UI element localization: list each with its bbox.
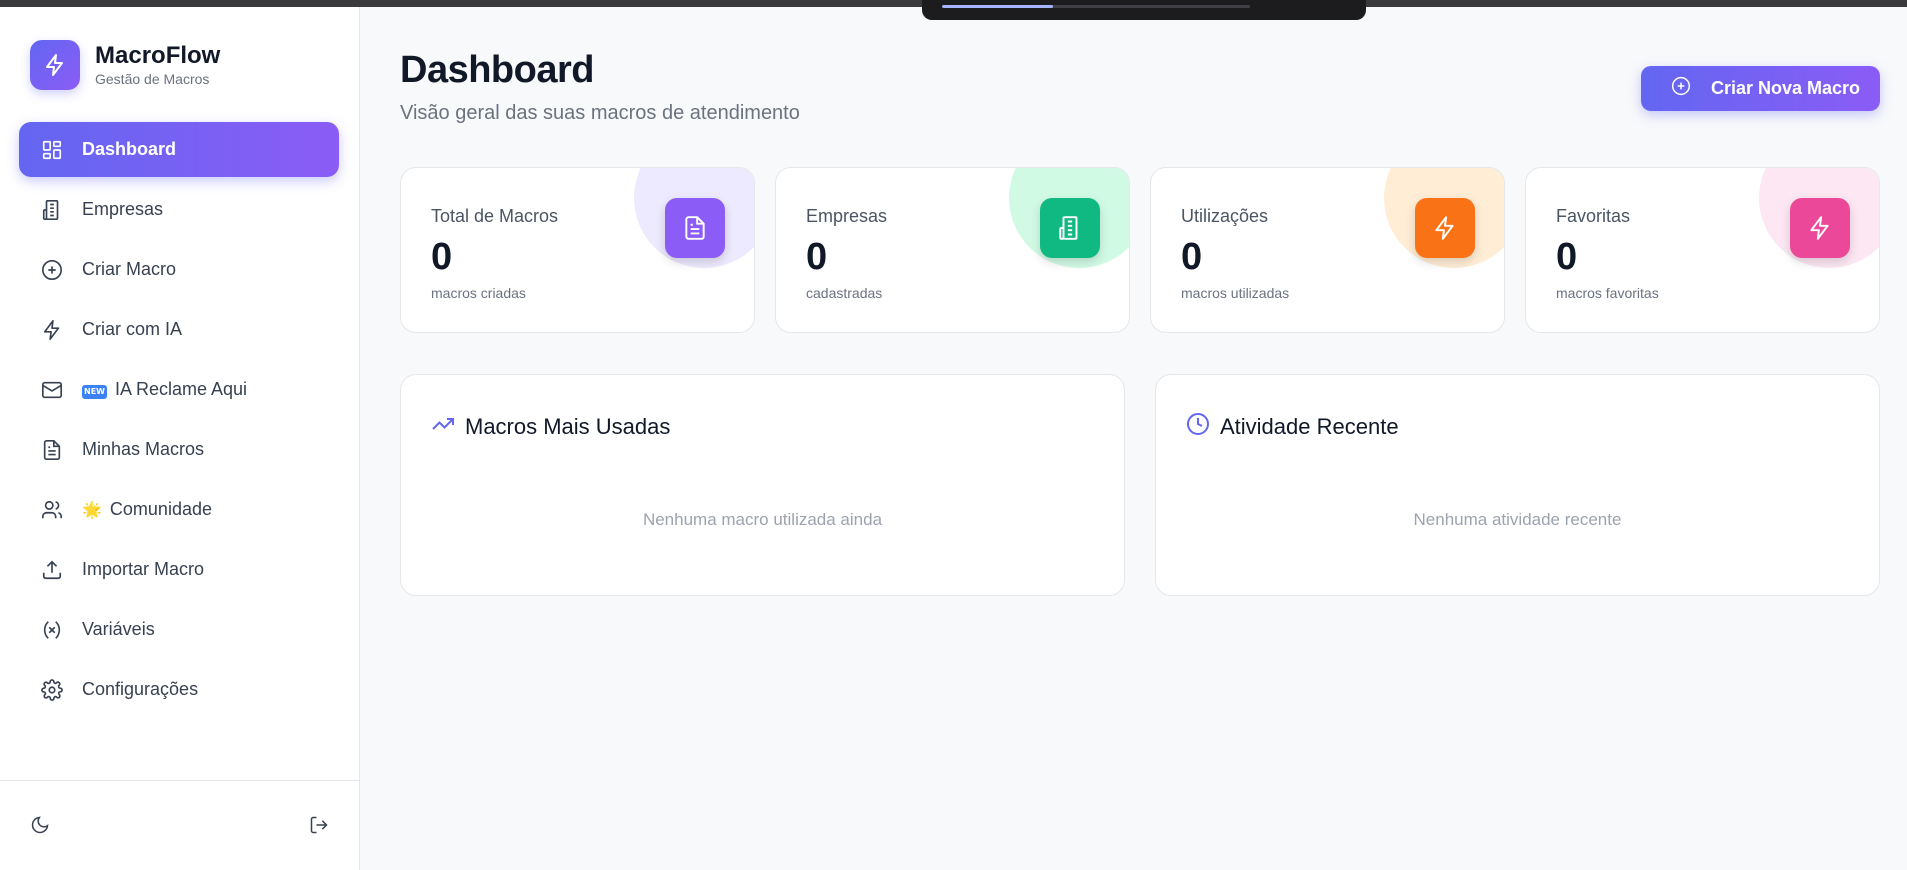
stat-title: Favoritas [1556,206,1631,226]
panel-title: Macros Mais Usadas [465,413,671,439]
lightning-icon [1790,198,1850,258]
sidebar-item-label: Importar Macro [82,559,205,579]
users-icon [39,497,65,523]
panel-most-used: Macros Mais Usadas Nenhuma macro utiliza… [400,374,1125,596]
sidebar-item-label: Variáveis [82,619,155,639]
document-icon [39,437,65,463]
upload-icon [39,557,65,583]
empty-state: Nenhuma atividade recente [1413,510,1622,529]
stat-value: 0 [1181,236,1203,278]
sidebar-item-dashboard[interactable]: Dashboard [19,122,339,177]
sidebar-item-criar-com-ia[interactable]: Criar com IA [19,302,339,357]
stat-value: 0 [431,236,453,278]
sidebar-nav: Dashboard Empresas Criar Macro Criar com… [19,122,339,722]
plus-circle-icon [39,257,65,283]
clock-icon [1186,412,1210,441]
stat-subtitle: macros criadas [431,285,526,301]
stat-title: Empresas [806,206,888,226]
lightning-icon [1415,198,1475,258]
trending-up-icon [431,412,455,441]
create-macro-label: Criar Nova Macro [1711,78,1861,98]
document-icon [665,198,725,258]
sidebar-item-label: IA Reclame Aqui [114,379,248,399]
brand[interactable]: MacroFlow Gestão de Macros [30,40,220,90]
stat-title: Utilizações [1181,206,1269,226]
sidebar-item-label: Minhas Macros [82,439,205,459]
sidebar-item-label: Criar com IA [82,319,183,339]
sidebar-item-importar-macro[interactable]: Importar Macro [19,542,339,597]
create-macro-button[interactable]: Criar Nova Macro [1641,66,1880,111]
sidebar-item-label: Comunidade [109,499,212,519]
page-subtitle: Visão geral das suas macros de atendimen… [400,102,800,124]
grid-icon [39,137,65,163]
sidebar-item-label: Dashboard [82,139,177,159]
sidebar-item-criar-macro[interactable]: Criar Macro [19,242,339,297]
stat-value: 0 [1556,236,1578,278]
stat-value: 0 [806,236,828,278]
stat-card-utilizacoes: Utilizações 0 macros utilizadas [1150,167,1505,333]
brand-name: MacroFlow [95,42,221,69]
sidebar-item-configuracoes[interactable]: Configurações [19,662,339,717]
sidebar-item-empresas[interactable]: Empresas [19,182,339,237]
stat-subtitle: macros utilizadas [1181,285,1290,301]
mail-icon [39,377,65,403]
sidebar-item-minhas-macros[interactable]: Minhas Macros [19,422,339,477]
sidebar-item-comunidade[interactable]: 🌟 Comunidade [19,482,339,537]
sidebar-item-label: Configurações [82,679,199,699]
sidebar-item-variaveis[interactable]: Variáveis [19,602,339,657]
logout-icon[interactable] [305,811,333,839]
moon-icon[interactable] [26,811,54,839]
gear-icon [39,677,65,703]
loading-track [942,5,1250,8]
stat-subtitle: macros favoritas [1556,285,1659,301]
sidebar-item-label: Empresas [82,199,164,219]
brand-subtitle: Gestão de Macros [95,71,210,87]
loading-progress [942,5,1053,8]
new-badge: NEW [82,381,107,399]
variable-icon [39,617,65,643]
stat-subtitle: cadastradas [806,285,883,301]
stats-row: Total de Macros 0 macros criadas Empresa… [400,167,1880,333]
panel-recent-activity: Atividade Recente Nenhuma atividade rece… [1155,374,1880,596]
lightning-icon [30,40,80,90]
building-icon [1040,198,1100,258]
stat-card-empresas: Empresas 0 cadastradas [775,167,1130,333]
empty-state: Nenhuma macro utilizada ainda [642,510,883,529]
page-title: Dashboard [400,49,594,91]
star-emoji: 🌟 [82,501,102,519]
panel-title: Atividade Recente [1220,413,1399,439]
building-icon [39,197,65,223]
loading-indicator [922,0,1366,20]
plus-circle-icon [1671,76,1691,101]
lightning-icon [39,317,65,343]
sidebar-item-ia-reclame-aqui[interactable]: NEW IA Reclame Aqui [19,362,339,417]
stat-card-favoritas: Favoritas 0 macros favoritas [1525,167,1880,333]
stat-title: Total de Macros [431,206,559,226]
sidebar: MacroFlow Gestão de Macros Dashboard Emp… [0,7,360,870]
stat-card-total-macros: Total de Macros 0 macros criadas [400,167,755,333]
sidebar-footer [0,780,359,870]
sidebar-item-label: Criar Macro [82,259,177,279]
